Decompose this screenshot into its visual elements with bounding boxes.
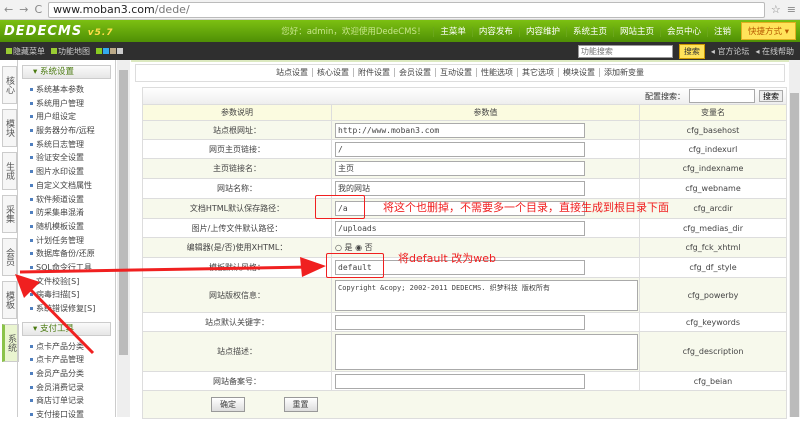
arrow-head-right [300, 257, 326, 277]
arrow-to-style [19, 265, 311, 274]
arrow-to-system-tab [22, 281, 95, 355]
annotation-arrows [15, 257, 326, 355]
